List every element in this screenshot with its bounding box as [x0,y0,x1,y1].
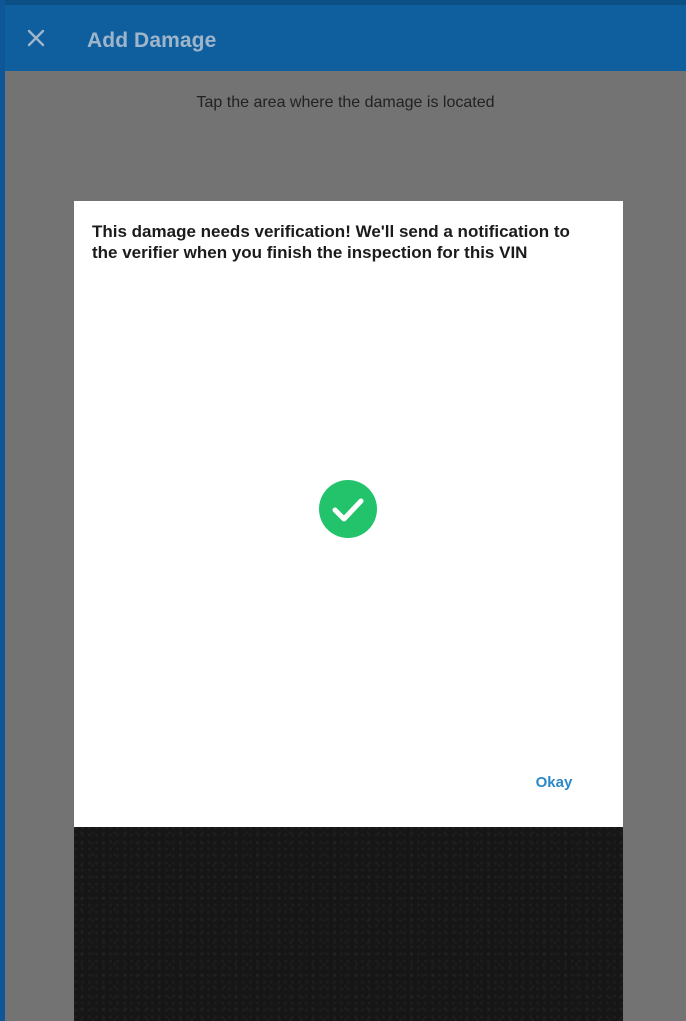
close-icon[interactable] [25,27,47,49]
verification-dialog: This damage needs verification! We'll se… [74,201,623,827]
instruction-text: Tap the area where the damage is located [196,94,495,111]
app-bar: Add Damage [5,0,686,71]
vehicle-camera-area[interactable] [74,826,623,1021]
dialog-message: This damage needs verification! We'll se… [92,222,570,262]
screen: Add Damage Tap the area where the damage… [5,0,686,1021]
check-circle-icon [318,479,378,539]
okay-button[interactable]: Okay [522,771,586,795]
page-title: Add Damage [87,29,217,52]
